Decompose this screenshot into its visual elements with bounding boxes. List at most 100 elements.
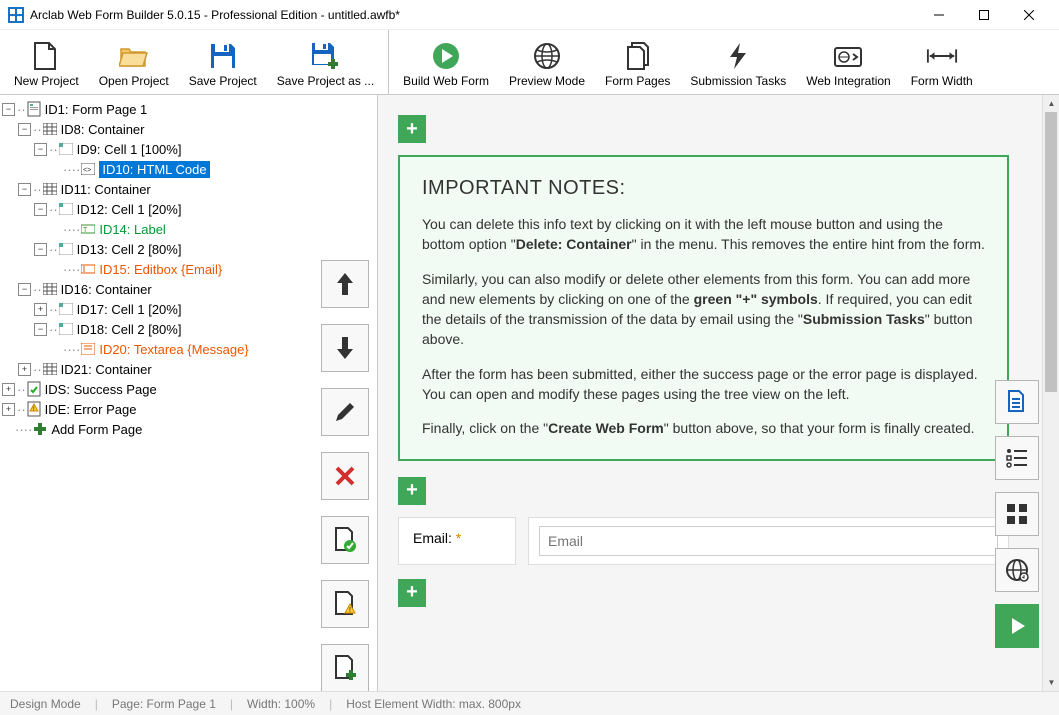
grid-tool-button[interactable] bbox=[995, 492, 1039, 536]
tree-node-id8[interactable]: −··ID8: Container bbox=[2, 119, 375, 139]
new-project-button[interactable]: New Project bbox=[4, 36, 89, 92]
svg-text:<>: <> bbox=[83, 167, 91, 174]
canvas-panel: + IMPORTANT NOTES: You can delete this i… bbox=[378, 95, 1059, 691]
tree-node-id16[interactable]: −··ID16: Container bbox=[2, 279, 375, 299]
titlebar: Arclab Web Form Builder 5.0.15 - Profess… bbox=[0, 0, 1059, 30]
tree-panel: −··ID1: Form Page 1 −··ID8: Container −·… bbox=[0, 95, 378, 691]
app-icon bbox=[8, 7, 24, 23]
save-as-icon bbox=[309, 40, 341, 72]
collapse-icon[interactable]: − bbox=[2, 103, 15, 116]
expand-icon[interactable]: + bbox=[18, 363, 31, 376]
preview-mode-button[interactable]: Preview Mode bbox=[499, 36, 595, 92]
tree-node-id10[interactable]: ····<>ID10: HTML Code bbox=[2, 159, 375, 179]
statusbar: Design Mode| Page: Form Page 1| Width: 1… bbox=[0, 691, 1059, 715]
notes-container[interactable]: IMPORTANT NOTES: You can delete this inf… bbox=[398, 155, 1009, 461]
add-element-button[interactable]: + bbox=[398, 579, 426, 607]
cell-icon bbox=[58, 321, 74, 337]
cell-icon bbox=[58, 141, 74, 157]
textarea-icon bbox=[80, 341, 96, 357]
collapse-icon[interactable]: − bbox=[18, 283, 31, 296]
tree-node-id13[interactable]: −··ID13: Cell 2 [80%] bbox=[2, 239, 375, 259]
collapse-icon[interactable]: − bbox=[18, 183, 31, 196]
collapse-icon[interactable]: − bbox=[18, 123, 31, 136]
error-page-icon: ! bbox=[26, 401, 42, 417]
expand-icon[interactable]: + bbox=[2, 383, 15, 396]
page-add-button[interactable] bbox=[321, 644, 369, 691]
expand-icon[interactable]: + bbox=[2, 403, 15, 416]
web-integration-button[interactable]: Web Integration bbox=[796, 36, 901, 92]
cell-icon bbox=[58, 201, 74, 217]
collapse-icon[interactable]: − bbox=[34, 203, 47, 216]
cell-icon bbox=[58, 301, 74, 317]
form-width-button[interactable]: Form Width bbox=[901, 36, 983, 92]
grid-icon bbox=[42, 181, 58, 197]
tree-node-ide[interactable]: +··!IDE: Error Page bbox=[2, 399, 375, 419]
edit-button[interactable] bbox=[321, 388, 369, 436]
tree-node-add[interactable]: ····Add Form Page bbox=[2, 419, 375, 439]
maximize-button[interactable] bbox=[961, 0, 1006, 30]
collapse-icon[interactable]: − bbox=[34, 143, 47, 156]
tree-node-id17[interactable]: +··ID17: Cell 1 [20%] bbox=[2, 299, 375, 319]
success-page-icon bbox=[26, 381, 42, 397]
list-tool-button[interactable] bbox=[995, 436, 1039, 480]
scroll-thumb[interactable] bbox=[1045, 112, 1057, 392]
email-row: Email: * bbox=[398, 517, 1009, 565]
tree-node-id1[interactable]: −··ID1: Form Page 1 bbox=[2, 99, 375, 119]
tree-node-id21[interactable]: +··ID21: Container bbox=[2, 359, 375, 379]
width-icon bbox=[926, 40, 958, 72]
tree-node-id14[interactable]: ····TID14: Label bbox=[2, 219, 375, 239]
delete-button[interactable] bbox=[321, 452, 369, 500]
build-web-form-button[interactable]: Build Web Form bbox=[393, 36, 499, 92]
collapse-icon[interactable]: − bbox=[34, 323, 47, 336]
tree-node-id15[interactable]: ····ID15: Editbox {Email} bbox=[2, 259, 375, 279]
close-button[interactable] bbox=[1006, 0, 1051, 30]
notes-para-4: Finally, click on the "Create Web Form" … bbox=[422, 418, 985, 438]
folder-open-icon bbox=[118, 40, 150, 72]
tree-node-id18[interactable]: −··ID18: Cell 2 [80%] bbox=[2, 319, 375, 339]
editbox-icon bbox=[80, 261, 96, 277]
form-pages-button[interactable]: Form Pages bbox=[595, 36, 680, 92]
plus-icon bbox=[32, 421, 48, 437]
add-element-button[interactable]: + bbox=[398, 115, 426, 143]
grid-icon bbox=[42, 281, 58, 297]
tree-node-id20[interactable]: ····ID20: Textarea {Message} bbox=[2, 339, 375, 359]
scroll-down-icon[interactable]: ▼ bbox=[1043, 674, 1059, 691]
tree-node-id9[interactable]: −··ID9: Cell 1 [100%] bbox=[2, 139, 375, 159]
label-icon: T bbox=[80, 221, 96, 237]
submission-tasks-button[interactable]: Submission Tasks bbox=[680, 36, 796, 92]
tree-node-ids[interactable]: +··IDS: Success Page bbox=[2, 379, 375, 399]
doc-tool-button[interactable] bbox=[995, 380, 1039, 424]
required-mark: * bbox=[456, 530, 461, 546]
minimize-button[interactable] bbox=[916, 0, 961, 30]
email-input[interactable] bbox=[539, 526, 998, 556]
move-down-button[interactable] bbox=[321, 324, 369, 372]
tree-node-id11[interactable]: −··ID11: Container bbox=[2, 179, 375, 199]
titlebar-text: Arclab Web Form Builder 5.0.15 - Profess… bbox=[30, 8, 916, 22]
file-icon bbox=[30, 40, 62, 72]
toolbar: New Project Open Project Save Project Sa… bbox=[0, 30, 1059, 95]
scrollbar[interactable]: ▲ ▼ bbox=[1042, 95, 1059, 691]
move-up-button[interactable] bbox=[321, 260, 369, 308]
page-check-button[interactable] bbox=[321, 516, 369, 564]
collapse-icon[interactable]: − bbox=[34, 243, 47, 256]
scroll-up-icon[interactable]: ▲ bbox=[1043, 95, 1059, 112]
status-page: Page: Form Page 1 bbox=[112, 697, 216, 711]
notes-para-3: After the form has been submitted, eithe… bbox=[422, 364, 985, 405]
email-input-cell[interactable] bbox=[528, 517, 1009, 565]
page-icon bbox=[26, 101, 42, 117]
expand-icon[interactable]: + bbox=[34, 303, 47, 316]
play-tool-button[interactable] bbox=[995, 604, 1039, 648]
grid-icon bbox=[42, 361, 58, 377]
page-warn-button[interactable]: ! bbox=[321, 580, 369, 628]
add-element-button[interactable]: + bbox=[398, 477, 426, 505]
cell-icon bbox=[58, 241, 74, 257]
globe-tool-button[interactable] bbox=[995, 548, 1039, 592]
save-project-as-button[interactable]: Save Project as ... bbox=[267, 36, 384, 92]
pages-icon bbox=[622, 40, 654, 72]
open-project-button[interactable]: Open Project bbox=[89, 36, 179, 92]
email-label-cell[interactable]: Email: * bbox=[398, 517, 516, 565]
save-project-button[interactable]: Save Project bbox=[179, 36, 267, 92]
status-width: Width: 100% bbox=[247, 697, 315, 711]
tree-node-id12[interactable]: −··ID12: Cell 1 [20%] bbox=[2, 199, 375, 219]
globe-icon bbox=[531, 40, 563, 72]
